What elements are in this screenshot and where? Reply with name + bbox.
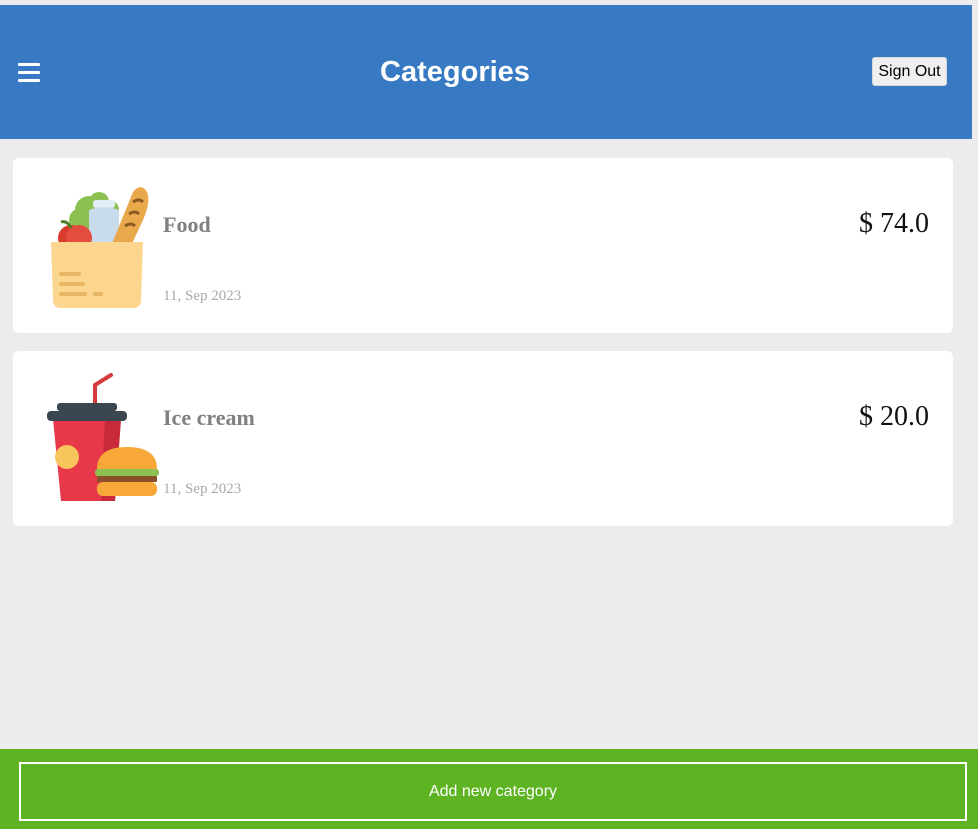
sign-out-button[interactable]: Sign Out bbox=[872, 57, 947, 86]
category-card-food[interactable]: Food 11, Sep 2023 $ 74.0 bbox=[13, 158, 953, 333]
footer-bar: Add new category bbox=[0, 749, 978, 829]
app-header: Categories Sign Out bbox=[0, 5, 972, 139]
category-amount: $ 20.0 bbox=[859, 401, 929, 432]
category-amount: $ 74.0 bbox=[859, 208, 929, 239]
category-card-ice-cream[interactable]: Ice cream 11, Sep 2023 $ 20.0 bbox=[13, 351, 953, 526]
grocery-bag-icon bbox=[51, 187, 149, 308]
fast-food-icon bbox=[47, 373, 159, 501]
category-date: 11, Sep 2023 bbox=[163, 288, 242, 304]
category-name: Ice cream bbox=[163, 405, 255, 430]
category-name: Food bbox=[163, 212, 211, 237]
add-category-button[interactable]: Add new category bbox=[19, 762, 967, 821]
category-date: 11, Sep 2023 bbox=[163, 481, 242, 497]
page-title: Categories bbox=[380, 56, 530, 88]
